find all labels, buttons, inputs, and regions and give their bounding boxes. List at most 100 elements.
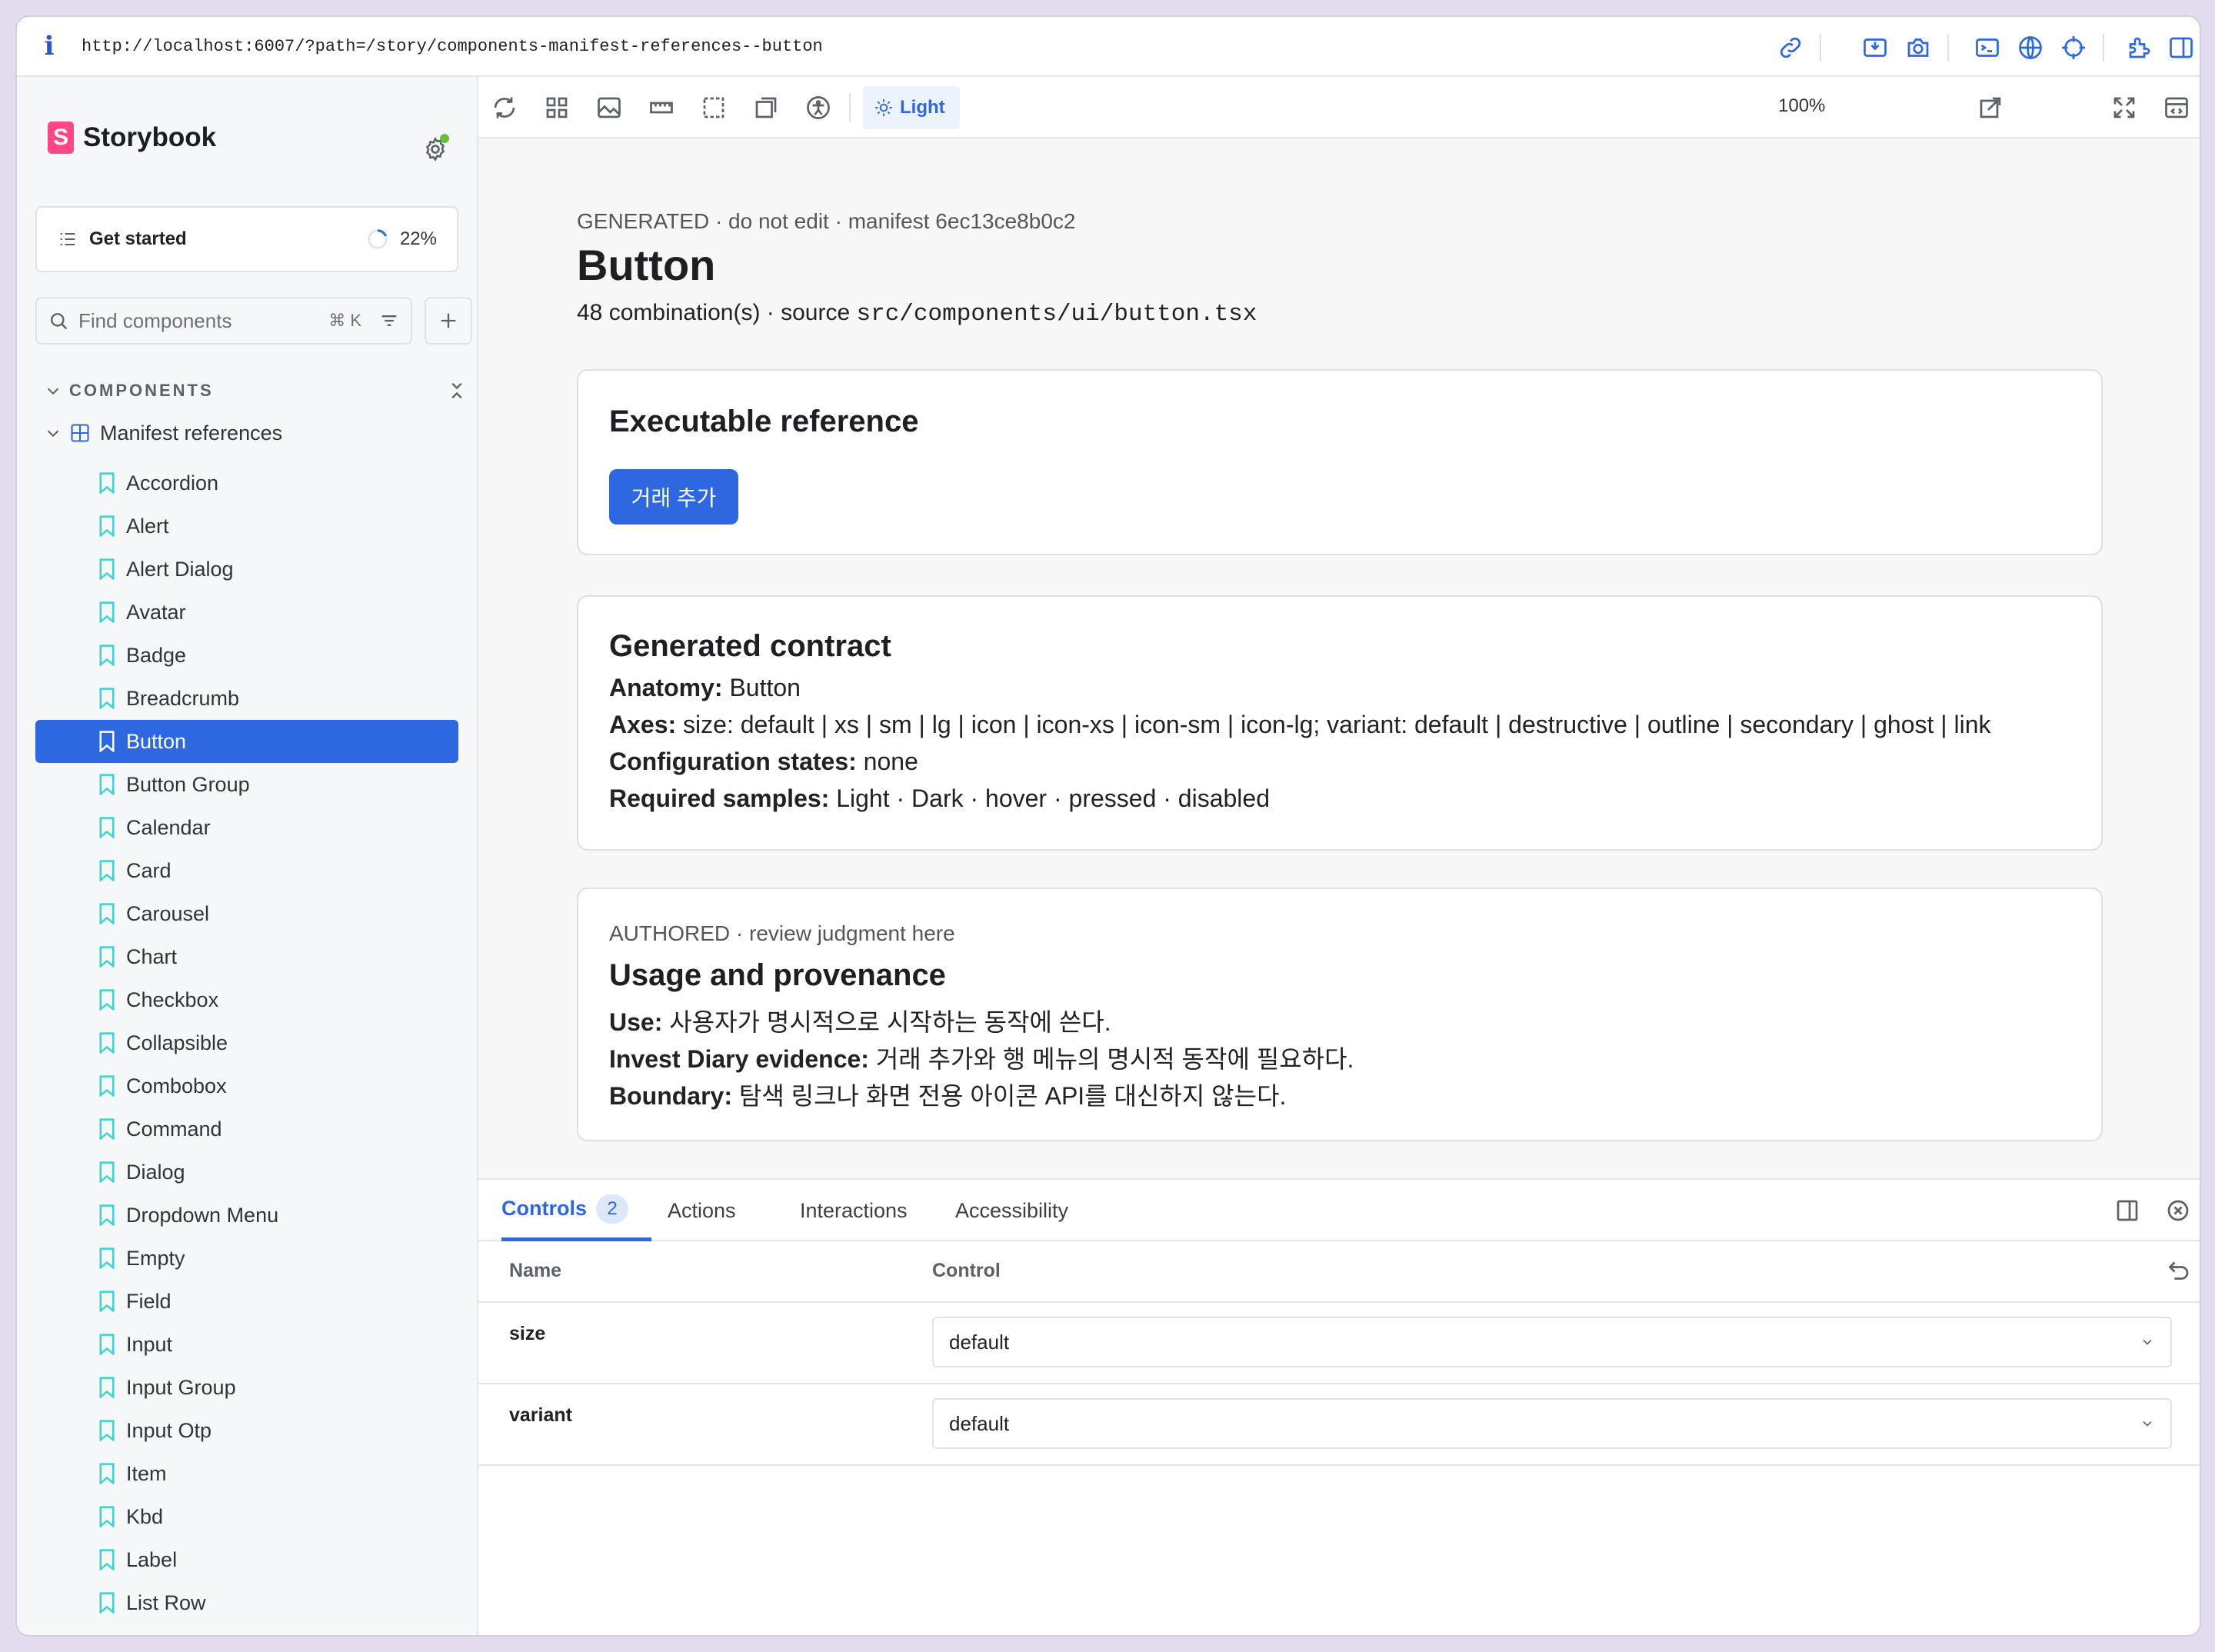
search-input[interactable]: Find components ⌘ K <box>35 297 412 345</box>
status-dot <box>440 134 449 143</box>
page-title: Button <box>577 241 716 289</box>
extension-icon[interactable] <box>2126 34 2153 62</box>
variant-select[interactable]: default <box>932 1398 2172 1449</box>
sidebar-item-input[interactable]: Input <box>35 1323 458 1366</box>
open-new-tab-icon[interactable] <box>1977 94 2004 122</box>
remount-icon[interactable] <box>491 94 518 122</box>
sidebar-item-label: Calendar <box>126 815 211 839</box>
bookmark-icon <box>99 1420 115 1441</box>
globe-icon[interactable] <box>2017 34 2044 62</box>
sidebar-item-label: Button <box>126 729 187 753</box>
tree-group-manifest-references[interactable]: Manifest references <box>45 414 468 452</box>
filter-icon[interactable] <box>378 310 400 331</box>
sidebar-item-calendar[interactable]: Calendar <box>35 806 458 849</box>
sidebar-item-label: Kbd <box>126 1504 164 1528</box>
fullscreen-icon[interactable] <box>2110 94 2138 122</box>
sidebar-item-empty[interactable]: Empty <box>35 1237 458 1280</box>
close-panel-icon[interactable] <box>2164 1197 2192 1224</box>
sidebar-item-breadcrumb[interactable]: Breadcrumb <box>35 677 458 720</box>
bookmark-icon <box>99 1247 115 1269</box>
section-header-components[interactable]: COMPONENTS <box>45 375 468 406</box>
get-started-button[interactable]: Get started 22% <box>35 206 458 272</box>
viewport-icon[interactable] <box>752 94 780 122</box>
card-title: Executable reference <box>609 405 919 438</box>
bookmark-icon <box>99 515 115 537</box>
terminal-icon[interactable] <box>1974 34 2001 62</box>
sidebar-item-card[interactable]: Card <box>35 849 458 892</box>
sidebar-item-label: Field <box>126 1289 172 1313</box>
sidebar-item-label: Collapsible <box>126 1031 228 1054</box>
storybook-logo[interactable]: S Storybook <box>48 122 216 154</box>
add-trade-button[interactable]: 거래 추가 <box>609 469 738 525</box>
camera-icon[interactable] <box>1904 34 1932 62</box>
control-row-variant: variant default <box>478 1384 2200 1466</box>
usage-card: AUTHORED · review judgment here Usage an… <box>577 888 2103 1141</box>
sidebar-item-label: Dropdown Menu <box>126 1203 279 1227</box>
tab-actions[interactable]: Actions <box>668 1180 736 1241</box>
add-story-button[interactable] <box>425 297 472 345</box>
bookmark-icon <box>99 1377 115 1398</box>
get-started-label: Get started <box>89 228 187 249</box>
sidebar-item-button[interactable]: Button <box>35 720 458 763</box>
sidebar-item-carousel[interactable]: Carousel <box>35 892 458 935</box>
background-image-icon[interactable] <box>595 94 623 122</box>
sidebar-item-label: Alert <box>126 514 169 538</box>
bookmark-icon <box>99 1204 115 1226</box>
subtitle-text: 48 combination(s) · source <box>577 300 857 325</box>
sidebar-item-label: Input Group <box>126 1375 236 1399</box>
theme-toggle-button[interactable]: Light <box>863 86 960 129</box>
screenshot-icon[interactable] <box>1861 34 1889 62</box>
ruler-icon[interactable] <box>648 94 675 122</box>
sidebar-item-combobox[interactable]: Combobox <box>35 1064 458 1107</box>
sidebar-item-command[interactable]: Command <box>35 1107 458 1151</box>
sidebar-item-input-group[interactable]: Input Group <box>35 1366 458 1409</box>
code-panel-icon[interactable] <box>2163 94 2190 122</box>
zoom-level[interactable]: 100% <box>1778 95 1825 117</box>
sidebar-item-alert[interactable]: Alert <box>35 505 458 548</box>
bookmark-icon <box>99 1075 115 1097</box>
tab-controls[interactable]: Controls 2 <box>501 1180 651 1241</box>
sidebar-item-dialog[interactable]: Dialog <box>35 1151 458 1194</box>
size-select[interactable]: default <box>932 1317 2172 1367</box>
sidebar-item-dropdown-menu[interactable]: Dropdown Menu <box>35 1194 458 1237</box>
bookmark-icon <box>99 903 115 924</box>
sidebar-item-accordion[interactable]: Accordion <box>35 461 458 505</box>
sidebar-item-label[interactable]: Label <box>35 1538 458 1581</box>
sidebar-item-field[interactable]: Field <box>35 1280 458 1323</box>
sidebar-item-menubar[interactable]: Menubar <box>35 1624 458 1636</box>
sidebar-item-kbd[interactable]: Kbd <box>35 1495 458 1538</box>
crosshair-icon[interactable] <box>2060 34 2087 62</box>
panel-orientation-icon[interactable] <box>2113 1197 2141 1224</box>
sidebar-item-item[interactable]: Item <box>35 1452 458 1495</box>
collapse-all-icon[interactable] <box>446 380 468 401</box>
bookmark-icon <box>99 644 115 666</box>
tab-interactions[interactable]: Interactions <box>800 1180 908 1241</box>
controls-table-header: Name Control <box>478 1241 2200 1303</box>
accessibility-icon[interactable] <box>804 94 832 122</box>
plus-icon <box>441 313 456 328</box>
tab-accessibility[interactable]: Accessibility <box>955 1180 1068 1241</box>
sidebar-item-chart[interactable]: Chart <box>35 935 458 978</box>
story-list: Accordion Alert Alert Dialog Avatar Badge Bre… <box>35 461 458 1636</box>
sidebar-item-input-otp[interactable]: Input Otp <box>35 1409 458 1452</box>
sidebar-item-checkbox[interactable]: Checkbox <box>35 978 458 1021</box>
sidebar-item-label: Dialog <box>126 1160 185 1184</box>
link-icon[interactable] <box>1777 34 1804 62</box>
info-icon[interactable]: i <box>17 31 82 62</box>
sidebar-item-alert-dialog[interactable]: Alert Dialog <box>35 548 458 591</box>
executable-reference-card: Executable reference 거래 추가 <box>577 369 2103 555</box>
bookmark-icon <box>99 1592 115 1614</box>
grid-icon[interactable] <box>543 94 571 122</box>
sidebar-item-avatar[interactable]: Avatar <box>35 591 458 634</box>
story-canvas: GENERATED · do not edit · manifest 6ec13… <box>478 138 2200 1178</box>
reset-controls-icon[interactable] <box>2164 1257 2192 1284</box>
sidebar-toggle-icon[interactable] <box>2167 34 2195 62</box>
samples-line: Required samples: Light · Dark · hover ·… <box>609 784 1270 812</box>
outline-icon[interactable] <box>700 94 728 122</box>
settings-gear-icon[interactable] <box>421 134 449 163</box>
sidebar-item-collapsible[interactable]: Collapsible <box>35 1021 458 1064</box>
sidebar-item-button-group[interactable]: Button Group <box>35 763 458 806</box>
sidebar-item-badge[interactable]: Badge <box>35 634 458 677</box>
divider <box>2103 34 2104 62</box>
sidebar-item-list-row[interactable]: List Row <box>35 1581 458 1624</box>
